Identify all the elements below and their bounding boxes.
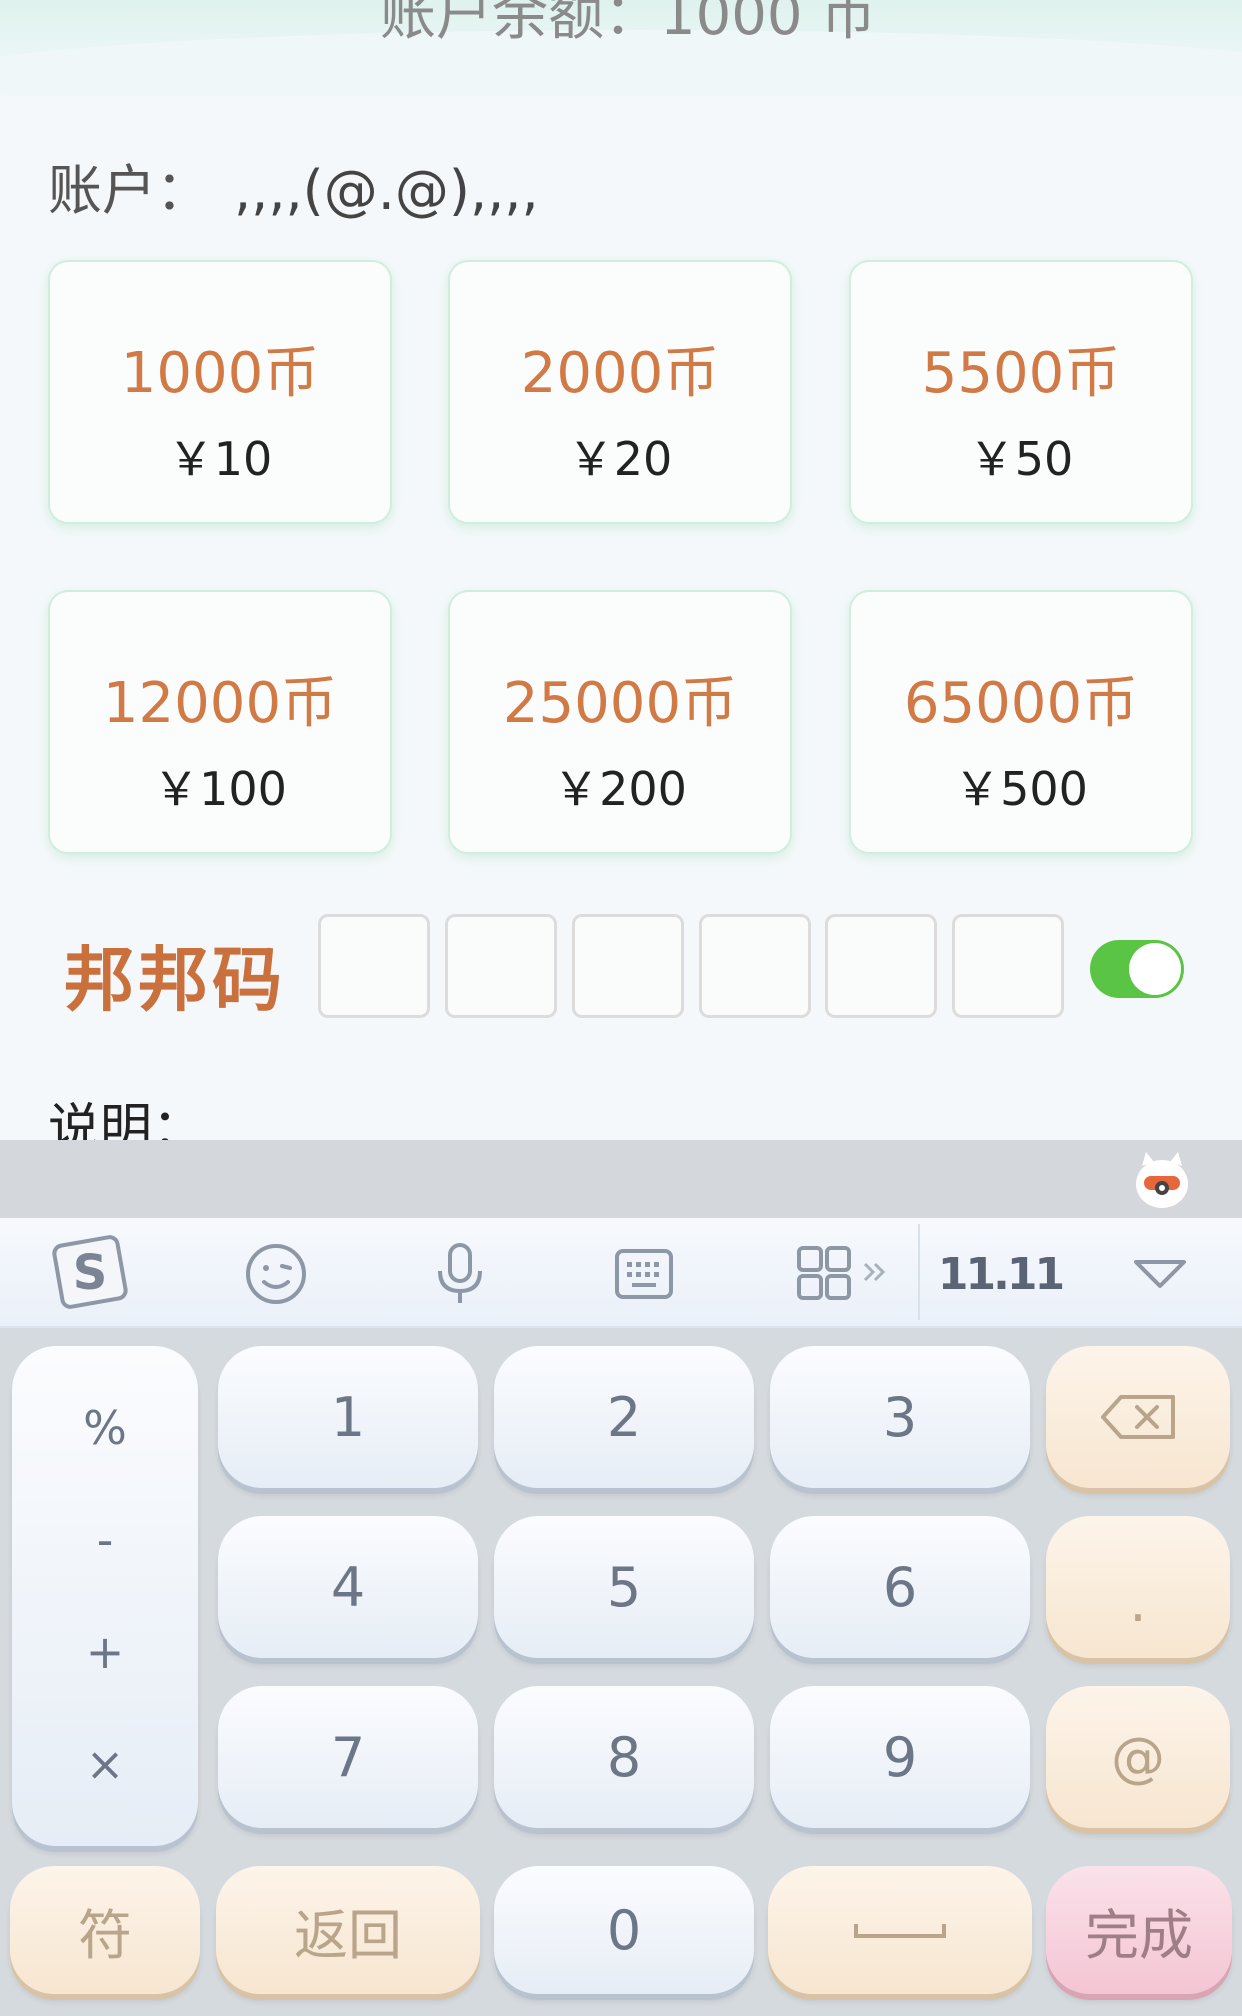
toolbar-divider: [918, 1224, 920, 1320]
package-price: ￥200: [553, 762, 687, 816]
symbol-column-key[interactable]: % - + ×: [12, 1346, 198, 1846]
collapse-keyboard-icon[interactable]: [1120, 1234, 1200, 1314]
package-card-6[interactable]: 65000币 ￥500: [849, 590, 1193, 854]
space-key[interactable]: [768, 1866, 1032, 1994]
sogou-logo-icon[interactable]: S: [52, 1234, 132, 1314]
keyboard-icon[interactable]: [604, 1234, 684, 1314]
package-card-3[interactable]: 5500币 ￥50: [849, 260, 1193, 524]
package-card-5[interactable]: 25000币 ￥200: [448, 590, 792, 854]
code-digit-box-4[interactable]: [699, 914, 811, 1018]
done-key[interactable]: 完成: [1046, 1866, 1232, 1994]
mascot-icon[interactable]: [1134, 1148, 1190, 1210]
package-coins: 25000币: [502, 671, 738, 736]
key-1[interactable]: 1: [218, 1346, 478, 1488]
apps-grid-icon[interactable]: [790, 1234, 910, 1314]
code-digit-box-1[interactable]: [318, 914, 430, 1018]
toggle-knob: [1129, 943, 1181, 995]
package-price: ￥10: [167, 432, 273, 486]
code-label: 邦邦码: [64, 938, 286, 1021]
back-key[interactable]: 返回: [216, 1866, 480, 1994]
backspace-icon: [1101, 1395, 1175, 1439]
key-2[interactable]: 2: [494, 1346, 754, 1488]
keyboard-toolbar: S 11.11: [0, 1218, 1242, 1328]
backspace-key[interactable]: [1046, 1346, 1230, 1488]
code-digit-box-6[interactable]: [952, 914, 1064, 1018]
keyboard: S 11.11 % - + × 1 2 3 4 5 6 . 7 8 9 @ 符 …: [0, 1140, 1242, 2016]
package-price: ￥50: [968, 432, 1074, 486]
top-banner: 账户余额：1000 币: [0, 0, 1242, 96]
space-icon: [854, 1924, 946, 1938]
at-key[interactable]: @: [1046, 1686, 1230, 1828]
key-9[interactable]: 9: [770, 1686, 1030, 1828]
keyboard-top-strip: [0, 1140, 1242, 1218]
dot-key[interactable]: .: [1046, 1516, 1230, 1658]
code-row: 邦邦码: [0, 914, 1242, 1024]
multiply-key-label: ×: [85, 1737, 125, 1791]
package-card-4[interactable]: 12000币 ￥100: [48, 590, 392, 854]
keypad: % - + × 1 2 3 4 5 6 . 7 8 9 @ 符 返回 0 完成: [0, 1328, 1242, 2016]
account-label: 账户：: [48, 159, 210, 222]
package-price: ￥500: [954, 762, 1088, 816]
key-0[interactable]: 0: [494, 1866, 754, 1994]
recharge-content: 账户： ,,,,(@.@),,,, 1000币 ￥10 2000币 ￥20 550…: [0, 96, 1242, 1159]
package-coins: 2000币: [520, 341, 720, 406]
key-4[interactable]: 4: [218, 1516, 478, 1658]
code-digit-box-2[interactable]: [445, 914, 557, 1018]
key-7[interactable]: 7: [218, 1686, 478, 1828]
package-coins: 65000币: [903, 671, 1139, 736]
package-card-1[interactable]: 1000币 ￥10: [48, 260, 392, 524]
promo-button[interactable]: 11.11: [938, 1234, 1065, 1314]
key-5[interactable]: 5: [494, 1516, 754, 1658]
percent-key-label: %: [83, 1401, 127, 1455]
package-price: ￥20: [567, 432, 673, 486]
key-8[interactable]: 8: [494, 1686, 754, 1828]
key-3[interactable]: 3: [770, 1346, 1030, 1488]
package-price: ￥100: [153, 762, 287, 816]
code-digit-box-5[interactable]: [825, 914, 937, 1018]
key-6[interactable]: 6: [770, 1516, 1030, 1658]
code-digit-box-3[interactable]: [572, 914, 684, 1018]
balance-text: 账户余额：1000 币: [380, 0, 877, 48]
minus-key-label: -: [96, 1513, 114, 1567]
emoji-icon[interactable]: [236, 1234, 316, 1314]
promo-text: 11.11: [937, 1248, 1065, 1300]
code-toggle[interactable]: [1090, 940, 1184, 998]
plus-key-label: +: [85, 1625, 125, 1679]
microphone-icon[interactable]: [420, 1234, 500, 1314]
symbols-key[interactable]: 符: [10, 1866, 200, 1994]
package-coins: 12000币: [102, 671, 338, 736]
package-card-2[interactable]: 2000币 ￥20: [448, 260, 792, 524]
account-row: 账户： ,,,,(@.@),,,,: [48, 146, 539, 225]
account-value: ,,,,(@.@),,,,: [234, 159, 539, 222]
package-coins: 5500币: [921, 341, 1121, 406]
package-coins: 1000币: [120, 341, 320, 406]
svg-text:S: S: [73, 1245, 108, 1301]
